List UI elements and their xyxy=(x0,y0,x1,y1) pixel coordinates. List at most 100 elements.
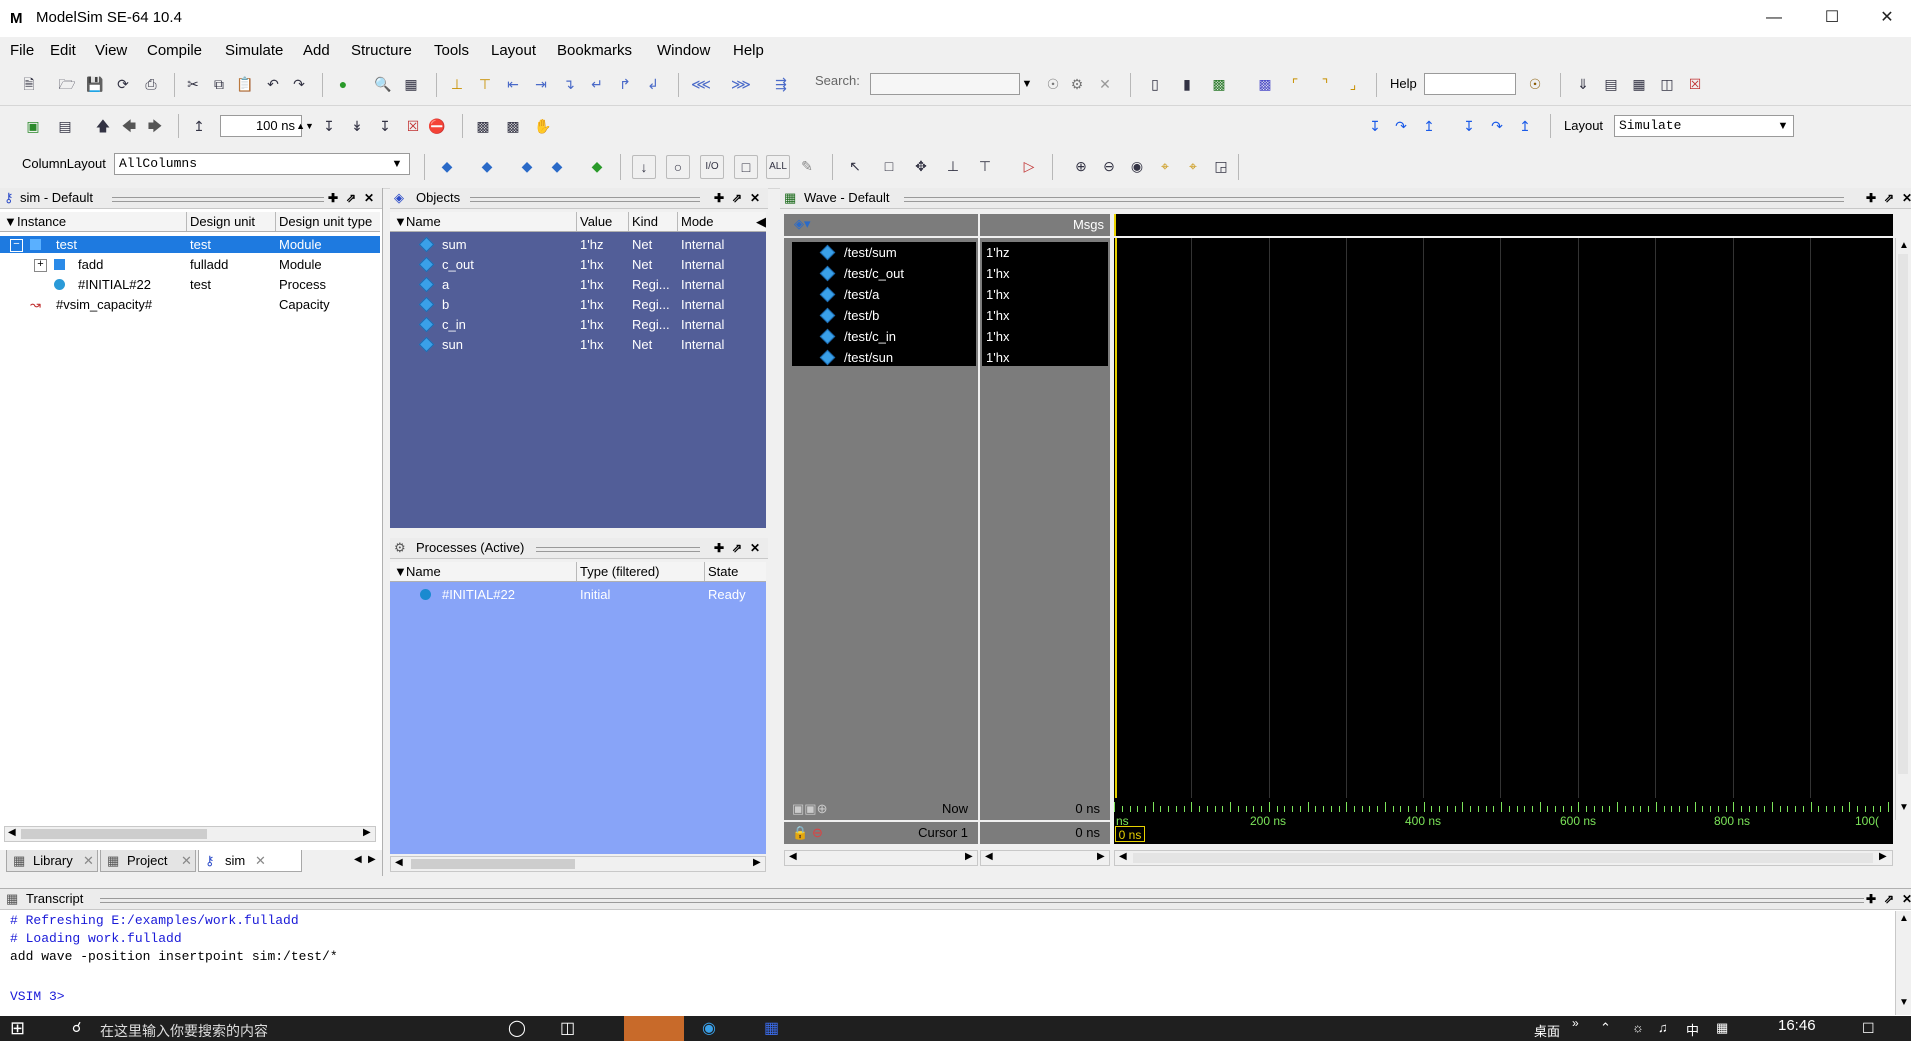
filter-pen-icon[interactable]: ✎ xyxy=(796,155,818,177)
break-icon[interactable]: ◫ xyxy=(1656,73,1678,95)
run-icon[interactable]: ↧ xyxy=(318,115,340,137)
step-options-icon[interactable]: ▤ xyxy=(54,115,76,137)
col-name[interactable]: Name xyxy=(406,562,441,581)
windows-start-icon[interactable]: ⊞ xyxy=(10,1018,25,1039)
wave-layout-icon-4[interactable]: ▩ xyxy=(1254,73,1276,95)
wave-timeline[interactable]: ns 200 ns 400 ns 600 ns 800 ns 100( 0 ns xyxy=(1114,798,1893,844)
pane-grip[interactable] xyxy=(536,547,700,552)
filter-internal-icon[interactable]: ○ xyxy=(666,155,690,179)
zoom-mode-icon[interactable]: □ xyxy=(878,155,900,177)
transcript-vscrollbar[interactable]: ▲ ▼ xyxy=(1895,911,1911,1015)
wave-layout-icon-5[interactable]: ⌜ xyxy=(1284,73,1306,95)
tree-row-fadd[interactable]: + fadd fulladd Module xyxy=(0,256,380,273)
tree-row-test[interactable]: − test test Module xyxy=(0,236,380,253)
step-over-icon[interactable]: ▩ xyxy=(502,115,524,137)
redo-icon[interactable]: ↷ xyxy=(288,73,310,95)
wave-edit-icon-6[interactable]: ↵ xyxy=(586,73,608,95)
hand-icon[interactable]: ✋ xyxy=(532,115,554,137)
wave-edit-icon-5[interactable]: ↴ xyxy=(558,73,580,95)
save-icon[interactable]: 💾 xyxy=(84,73,106,95)
cortana-icon[interactable]: ◯ xyxy=(508,1018,526,1038)
minimize-icon[interactable]: — xyxy=(1751,4,1797,32)
open-folder-icon[interactable]: 🗁 xyxy=(56,73,78,95)
filter-all-icon[interactable]: ALL xyxy=(766,155,790,179)
scroll-left-icon[interactable]: ◀ xyxy=(8,827,16,838)
pane-dock-icon[interactable]: ✚ xyxy=(714,538,724,558)
search-options-icon[interactable]: ⚙ xyxy=(1066,73,1088,95)
menu-tools[interactable]: Tools xyxy=(434,42,469,59)
tab-close-icon[interactable]: ✕ xyxy=(83,850,94,872)
run-length-spinner-icon[interactable]: ▲▼ xyxy=(296,116,314,136)
wave-action-icon-5[interactable]: ◆ xyxy=(586,155,608,177)
cursor-time-box[interactable]: 0 ns xyxy=(1115,826,1145,842)
menu-help[interactable]: Help xyxy=(733,42,764,59)
lock-icon[interactable]: 🔒 xyxy=(792,825,808,841)
compile-all-icon[interactable]: ▤ xyxy=(1600,73,1622,95)
step-over-arrow-icon[interactable]: ↷ xyxy=(1390,115,1412,137)
menu-structure[interactable]: Structure xyxy=(351,42,412,59)
paste-icon[interactable]: 📋 xyxy=(234,73,256,95)
desktop-label[interactable]: 桌面 xyxy=(1534,1021,1560,1040)
search-dropdown-icon[interactable]: ▼ xyxy=(1018,74,1036,94)
scroll-left-icon[interactable]: ◀ xyxy=(985,851,993,862)
menu-file[interactable]: File xyxy=(10,42,34,59)
step-out-c-icon[interactable]: ↥ xyxy=(1514,115,1536,137)
pane-dock-icon[interactable]: ✚ xyxy=(1866,188,1876,208)
wave-options-icon[interactable]: ◈▾ xyxy=(794,216,811,232)
wave-action-icon-1[interactable]: ◆ xyxy=(436,155,458,177)
object-row[interactable]: sum 1'hz Net Internal xyxy=(390,236,766,253)
pane-undock-icon[interactable]: ⇗ xyxy=(732,188,742,208)
copy-icon[interactable]: ⧉ xyxy=(208,73,230,95)
col-mode[interactable]: Mode xyxy=(681,212,714,231)
pane-undock-icon[interactable]: ⇗ xyxy=(1884,188,1894,208)
layout-select[interactable]: Simulate xyxy=(1614,115,1794,137)
wave-signal-row[interactable]: /test/sum xyxy=(792,244,976,261)
edit-mode-icon[interactable]: ▷ xyxy=(1018,155,1040,177)
menu-window[interactable]: Window xyxy=(657,42,710,59)
tree-row-initial[interactable]: #INITIAL#22 test Process xyxy=(0,276,380,293)
step-over-c-icon[interactable]: ↷ xyxy=(1486,115,1508,137)
filter-input-icon[interactable]: ↓ xyxy=(632,155,656,179)
pane-close-icon[interactable]: ✕ xyxy=(364,188,374,208)
object-row[interactable]: a 1'hx Regi... Internal xyxy=(390,276,766,293)
wave-action-icon-4[interactable]: ◆ xyxy=(546,155,568,177)
menu-compile[interactable]: Compile xyxy=(147,42,202,59)
expand-icon[interactable]: + xyxy=(34,259,47,272)
tab-sim[interactable]: ⚷ sim ✕ xyxy=(198,850,302,872)
refresh-icon[interactable]: ⟳ xyxy=(112,73,134,95)
step-into-c-icon[interactable]: ↧ xyxy=(1458,115,1480,137)
run-length-input[interactable]: 100 ns xyxy=(220,115,302,137)
pane-close-icon[interactable]: ✕ xyxy=(750,538,760,558)
filter-output-icon[interactable]: □ xyxy=(734,155,758,179)
pane-grip[interactable] xyxy=(904,197,1844,202)
wave-layout-icon-1[interactable]: ▯ xyxy=(1144,73,1166,95)
zoom-full-icon[interactable]: ◉ xyxy=(1126,155,1148,177)
wave-signal-row[interactable]: /test/c_out xyxy=(792,265,976,282)
columns-icon[interactable]: ▦ xyxy=(400,73,422,95)
forward-arrow-icon[interactable]: 🡆 xyxy=(144,115,166,137)
wave-layout-icon-7[interactable]: ⌟ xyxy=(1342,73,1364,95)
pane-dock-icon[interactable]: ✚ xyxy=(328,188,338,208)
volume-icon[interactable]: ♫ xyxy=(1658,1020,1668,1035)
scroll-left-icon[interactable]: ◀ xyxy=(789,851,797,862)
pane-dock-icon[interactable]: ✚ xyxy=(1866,889,1876,909)
scroll-up-icon[interactable]: ▲ xyxy=(1899,240,1909,251)
dataflow-icon-3[interactable]: ⇶ xyxy=(770,73,792,95)
help-search-icon[interactable]: ☉ xyxy=(1524,73,1546,95)
find-icon[interactable]: 🔍 xyxy=(372,73,394,95)
cursor-line[interactable] xyxy=(1115,238,1117,820)
scroll-right-icon[interactable]: ▶ xyxy=(1097,851,1105,862)
pan-icon[interactable]: ✥ xyxy=(910,155,932,177)
object-row[interactable]: c_out 1'hx Net Internal xyxy=(390,256,766,273)
scroll-thumb[interactable] xyxy=(21,829,207,839)
col-design-unit-type[interactable]: Design unit type xyxy=(279,212,372,231)
compile-icon[interactable]: ⇓ xyxy=(1572,73,1594,95)
run-all-icon[interactable]: ↧ xyxy=(374,115,396,137)
scroll-right-icon[interactable]: ▶ xyxy=(1879,851,1887,862)
scroll-thumb[interactable] xyxy=(1898,254,1908,774)
undo-icon[interactable]: ↶ xyxy=(262,73,284,95)
wave-signal-row[interactable]: /test/sun xyxy=(792,349,976,366)
wave-action-icon-2[interactable]: ◆ xyxy=(476,155,498,177)
pane-grip[interactable] xyxy=(112,197,324,202)
restart-icon[interactable]: ▣ xyxy=(22,115,44,137)
